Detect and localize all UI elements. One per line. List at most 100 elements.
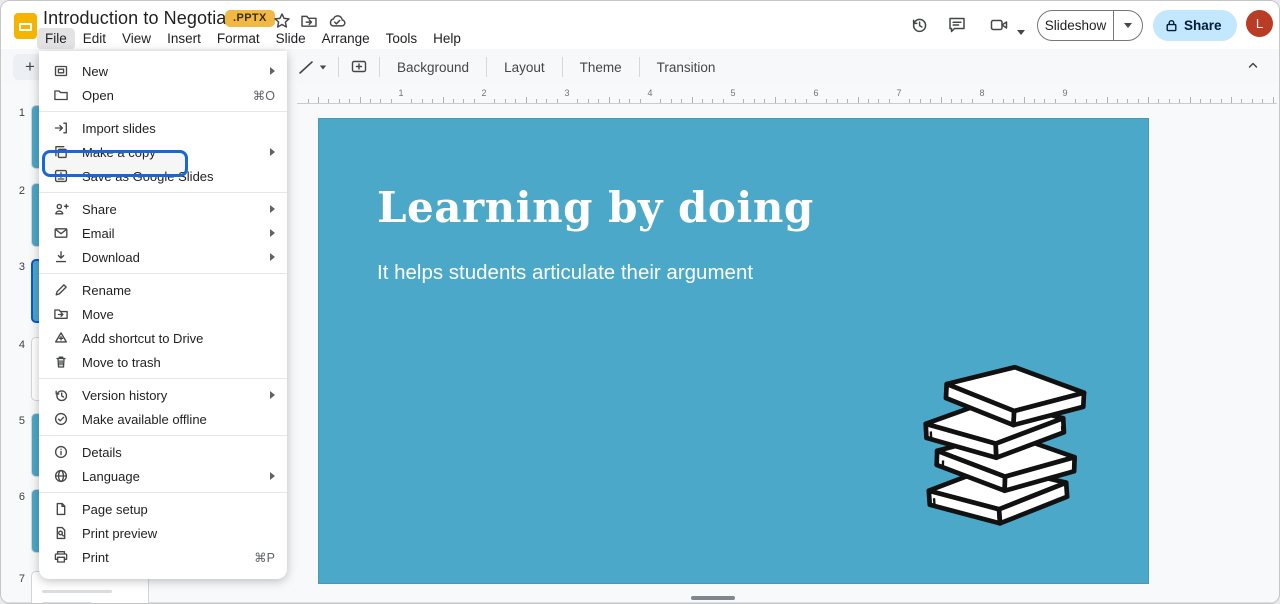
ruler-label: 2 — [481, 88, 486, 98]
theme-button[interactable]: Theme — [570, 56, 632, 79]
file-menu-item-label: Import slides — [82, 121, 275, 136]
version-history-icon[interactable] — [909, 15, 929, 35]
file-menu-item-save-as-google-slides[interactable]: Save as Google Slides — [39, 164, 287, 188]
speaker-notes-drag-handle[interactable] — [691, 596, 735, 600]
ruler-tick — [494, 99, 495, 103]
ruler-tick — [723, 99, 724, 103]
ruler-tick — [453, 99, 454, 103]
copy-icon — [53, 144, 69, 160]
thumbnail-placeholder-line — [42, 590, 112, 593]
comments-icon[interactable] — [947, 15, 967, 35]
slides-logo-icon[interactable] — [14, 13, 37, 39]
file-menu-item-make-a-copy[interactable]: Make a copy — [39, 140, 287, 164]
ruler-tick — [868, 99, 869, 103]
transition-button[interactable]: Transition — [647, 56, 726, 79]
ruler-tick — [764, 99, 765, 103]
ruler-tick — [671, 99, 672, 103]
file-menu-item-new[interactable]: New — [39, 59, 287, 83]
ruler-tick — [775, 97, 776, 103]
slide-subtitle-text[interactable]: It helps students articulate their argum… — [377, 261, 753, 285]
hide-menus-chevron-icon[interactable] — [1245, 57, 1267, 79]
ruler-tick — [920, 99, 921, 103]
file-menu-item-add-shortcut-to-drive[interactable]: Add shortcut to Drive — [39, 326, 287, 350]
file-menu-item-make-available-offline[interactable]: Make available offline — [39, 407, 287, 431]
ruler-tick — [660, 99, 661, 103]
header: Introduction to Negotiation .PPTX FileEd… — [1, 1, 1279, 49]
file-menu-group: Rename Move Add shortcut to DriveMove to t… — [39, 273, 287, 378]
ruler-tick — [1273, 97, 1274, 103]
menubar-item-file[interactable]: File — [37, 28, 75, 50]
file-menu-item-language[interactable]: Language — [39, 464, 287, 488]
file-menu-item-page-setup[interactable]: Page setup — [39, 497, 287, 521]
import-icon — [53, 120, 69, 136]
menubar-item-view[interactable]: View — [114, 28, 159, 50]
file-menu-item-open[interactable]: Open⌘O — [39, 83, 287, 107]
ruler-tick — [847, 99, 848, 103]
file-menu-item-share[interactable]: Share — [39, 197, 287, 221]
ruler-tick — [1107, 97, 1108, 103]
menubar-item-tools[interactable]: Tools — [378, 28, 426, 50]
line-tool-icon[interactable] — [293, 58, 331, 76]
file-menu-item-version-history[interactable]: Version history — [39, 383, 287, 407]
email-icon — [53, 225, 69, 241]
file-menu-group: DetailsLanguage — [39, 435, 287, 492]
file-menu-item-download[interactable]: Download — [39, 245, 287, 269]
ruler-tick — [411, 99, 412, 103]
folder-open-icon — [53, 87, 69, 103]
camera-dropdown-caret-icon[interactable] — [1017, 22, 1025, 40]
menubar-item-insert[interactable]: Insert — [159, 28, 209, 50]
file-menu-item-label: Rename — [82, 283, 275, 298]
slide-canvas[interactable]: Learning by doing It helps students arti… — [318, 118, 1149, 584]
file-menu-item-rename[interactable]: Rename — [39, 278, 287, 302]
drive-add-icon — [53, 330, 69, 346]
ruler-tick — [1200, 99, 1201, 103]
file-menu-item-import-slides[interactable]: Import slides — [39, 116, 287, 140]
file-menu-group: Version historyMake available offline — [39, 378, 287, 435]
share-button[interactable]: Share — [1153, 10, 1237, 41]
ruler-tick — [1148, 97, 1149, 103]
account-avatar[interactable]: L — [1246, 10, 1273, 37]
file-menu-item-print-preview[interactable]: Print preview — [39, 521, 287, 545]
slideshow-options-caret-icon[interactable] — [1114, 23, 1142, 28]
ruler-tick — [1127, 99, 1128, 103]
slide-title-text[interactable]: Learning by doing — [377, 183, 814, 232]
toolbar-separator — [639, 57, 640, 77]
file-menu-item-move[interactable]: Move — [39, 302, 287, 326]
add-comment-icon[interactable] — [346, 58, 372, 76]
ruler-tick — [557, 99, 558, 103]
line-tool-caret-icon[interactable] — [320, 65, 326, 69]
menubar: FileEditViewInsertFormatSlideArrangeTool… — [37, 28, 469, 50]
ruler-tick — [588, 99, 589, 103]
ruler-label: 4 — [647, 88, 652, 98]
ruler-tick — [536, 99, 537, 103]
ruler-tick — [640, 99, 641, 103]
file-menu-group: Import slides Make a copySave as Google S… — [39, 111, 287, 192]
file-menu-item-move-to-trash[interactable]: Move to trash — [39, 350, 287, 374]
menubar-item-format[interactable]: Format — [209, 28, 268, 50]
file-menu-item-details[interactable]: Details — [39, 440, 287, 464]
background-button[interactable]: Background — [387, 56, 479, 79]
books-clipart[interactable] — [915, 359, 1087, 527]
toolbar-separator — [379, 57, 380, 77]
meet-camera-icon[interactable] — [989, 15, 1009, 35]
menubar-item-slide[interactable]: Slide — [268, 28, 314, 50]
ruler-tick — [889, 99, 890, 103]
ruler-label: 5 — [730, 88, 735, 98]
slideshow-button[interactable]: Slideshow — [1037, 10, 1143, 41]
globe-icon — [53, 468, 69, 484]
layout-button[interactable]: Layout — [494, 56, 555, 79]
file-menu-group: NewOpen⌘O — [39, 55, 287, 111]
menubar-item-arrange[interactable]: Arrange — [314, 28, 378, 50]
file-menu-item-label: Move — [82, 307, 275, 322]
ruler-tick — [1034, 99, 1035, 103]
ruler-tick — [515, 99, 516, 103]
menubar-item-help[interactable]: Help — [425, 28, 469, 50]
file-menu-item-email[interactable]: Email — [39, 221, 287, 245]
toolbar-separator — [562, 57, 563, 77]
ruler-tick — [1221, 99, 1222, 103]
menubar-item-edit[interactable]: Edit — [75, 28, 114, 50]
document-title[interactable]: Introduction to Negotiation — [43, 8, 256, 29]
lock-icon — [1165, 19, 1178, 32]
submenu-arrow-icon — [270, 472, 275, 480]
file-menu-item-print[interactable]: Print⌘P — [39, 545, 287, 569]
